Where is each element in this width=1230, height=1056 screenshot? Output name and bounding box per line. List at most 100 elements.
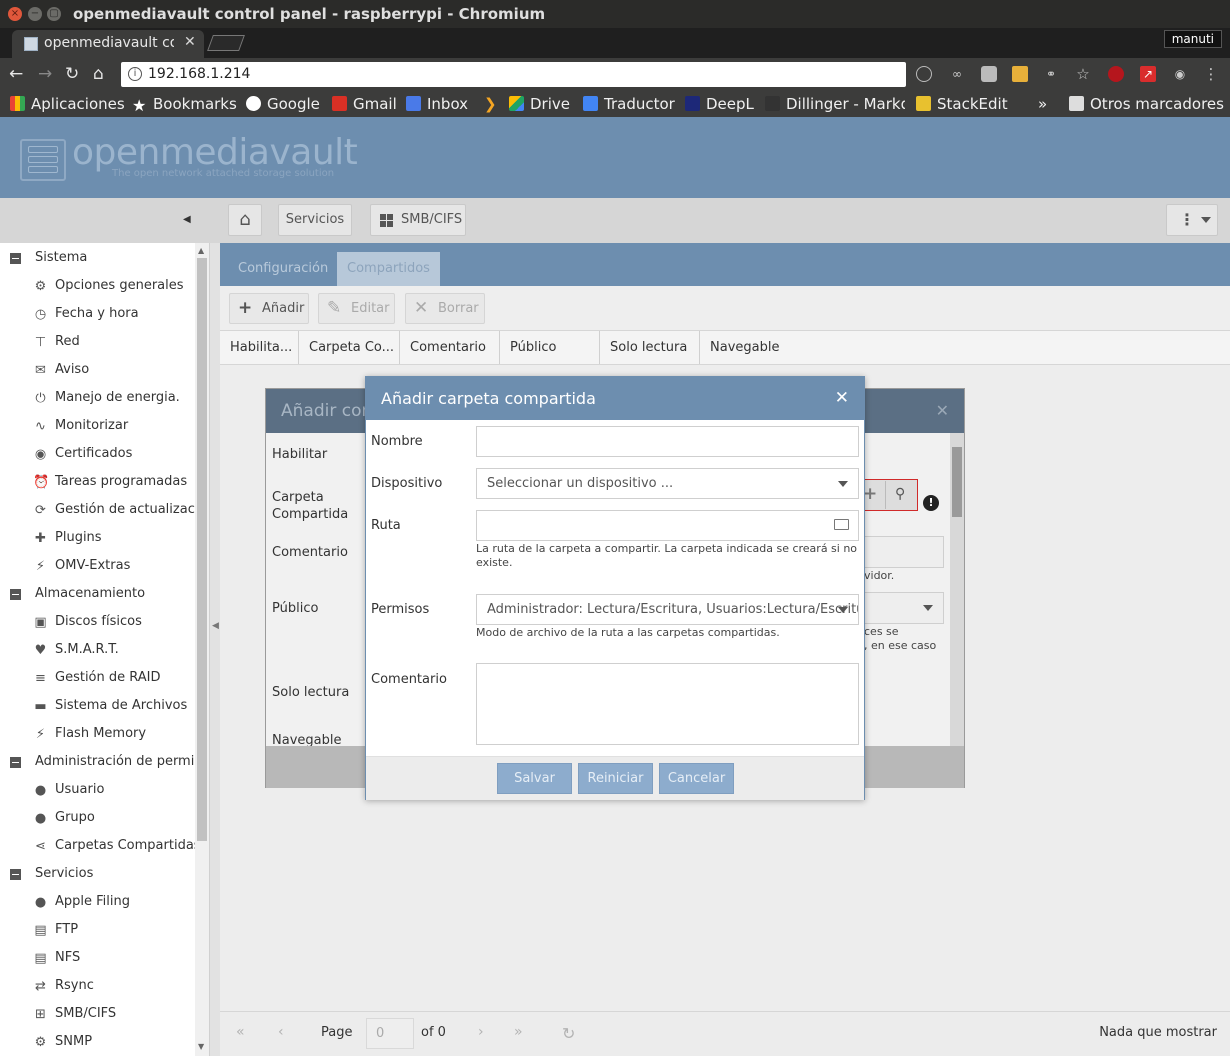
profile-button[interactable]: manuti — [1163, 30, 1222, 48]
extension-icon[interactable] — [916, 66, 932, 82]
extension-icon[interactable] — [981, 66, 997, 82]
tab-configuracion[interactable]: Configuración — [228, 252, 338, 286]
sidebar-item-fecha-hora[interactable]: ◷ Fecha y hora — [0, 300, 195, 328]
sidebar-scroll-thumb[interactable] — [197, 258, 207, 841]
window-close-button[interactable]: × — [8, 7, 22, 21]
sidebar-item-omv-extras[interactable]: ⚡ OMV-Extras — [0, 552, 195, 580]
column-header[interactable]: Solo lectura — [600, 331, 700, 364]
options-menu-button[interactable]: ⋮ — [1166, 204, 1218, 236]
scroll-up-icon[interactable]: ▲ — [198, 246, 204, 255]
extension-icon[interactable] — [1012, 66, 1028, 82]
sidebar-item-carpetas[interactable]: ⋖ Carpetas Compartidas — [0, 832, 195, 860]
breadcrumb-services[interactable]: Servicios — [278, 204, 352, 236]
column-header[interactable]: Habilita... — [220, 331, 299, 364]
column-header[interactable]: Comentario — [400, 331, 500, 364]
add-button[interactable]: + Añadir — [229, 293, 309, 324]
forward-arrow-icon[interactable]: → — [38, 64, 52, 84]
sidebar-item-certificados[interactable]: ◉ Certificados — [0, 440, 195, 468]
bookmark-stackedit[interactable]: StackEdit — [916, 95, 1008, 113]
star-icon[interactable]: ☆ — [1075, 66, 1091, 82]
column-header[interactable]: Navegable — [700, 331, 1230, 364]
collapse-icon[interactable] — [10, 253, 21, 264]
sidebar-item-ftp[interactable]: ▤ FTP — [0, 916, 195, 944]
eye-icon[interactable]: ◉ — [1172, 66, 1188, 82]
address-bar[interactable]: i 192.168.1.214 — [121, 62, 906, 87]
sidebar-item-apple-filing[interactable]: ● Apple Filing — [0, 888, 195, 916]
edit-button[interactable]: ✎ Editar — [318, 293, 395, 324]
sidebar-splitter[interactable]: ◀ — [210, 243, 220, 1056]
breadcrumb-home-icon[interactable]: ⌂ — [228, 204, 262, 236]
next-page-icon[interactable]: › — [478, 1024, 484, 1040]
tab-close-icon[interactable]: ✕ — [184, 34, 196, 50]
bookmark-traductor[interactable]: Traductor — [583, 95, 675, 113]
permissions-select[interactable]: Administrador: Lectura/Escritura, Usuari… — [476, 594, 859, 625]
column-header[interactable]: Público — [500, 331, 600, 364]
sidebar-item-grupo[interactable]: ● Grupo — [0, 804, 195, 832]
sidebar-item-nfs[interactable]: ▤ NFS — [0, 944, 195, 972]
sidebar-item-archivos[interactable]: ▬ Sistema de Archivos — [0, 692, 195, 720]
sidebar-item-opciones-generales[interactable]: ⚙ Opciones generales — [0, 272, 195, 300]
collapse-sidebar-icon[interactable]: ◀ — [183, 214, 191, 225]
sidebar-item-usuario[interactable]: ● Usuario — [0, 776, 195, 804]
bookmark-aplicaciones[interactable]: Aplicaciones — [10, 95, 125, 113]
tab-compartidos[interactable]: Compartidos — [337, 252, 440, 286]
new-tab-button[interactable] — [207, 35, 245, 51]
sidebar-item-tareas[interactable]: ⏰ Tareas programadas — [0, 468, 195, 496]
delete-button[interactable]: ✕ Borrar — [405, 293, 485, 324]
sidebar-item-smart[interactable]: ♥ S.M.A.R.T. — [0, 636, 195, 664]
sidebar-item-rsync[interactable]: ⇄ Rsync — [0, 972, 195, 1000]
extension-icon[interactable]: ∞ — [949, 66, 965, 82]
column-header[interactable]: Carpeta Co... — [299, 331, 400, 364]
name-input[interactable] — [476, 426, 859, 457]
browser-menu-icon[interactable]: ⋮ — [1203, 66, 1219, 82]
collapse-icon[interactable] — [10, 589, 21, 600]
prev-page-icon[interactable]: ‹ — [278, 1024, 284, 1040]
save-button[interactable]: Salvar — [497, 763, 572, 794]
sidebar-category-almacenamiento[interactable]: Almacenamiento — [0, 580, 195, 608]
sidebar-item-smb[interactable]: ⊞ SMB/CIFS — [0, 1000, 195, 1028]
bookmark-gmail[interactable]: Gmail — [332, 95, 397, 113]
bookmark-inbox[interactable]: Inbox — [406, 95, 468, 113]
refresh-icon[interactable]: ↻ — [562, 1024, 575, 1043]
page-number-input[interactable]: 0 — [366, 1018, 414, 1049]
sidebar-item-monitorizar[interactable]: ∿ Monitorizar — [0, 412, 195, 440]
close-icon[interactable]: ✕ — [835, 388, 849, 408]
sidebar-item-red[interactable]: ⊤ Red — [0, 328, 195, 356]
headphones-icon[interactable]: ⚭ — [1043, 66, 1059, 82]
cancel-button[interactable]: Cancelar — [659, 763, 734, 794]
home-icon[interactable]: ⌂ — [93, 64, 104, 84]
folder-icon[interactable] — [834, 519, 849, 530]
sidebar-category-permisos[interactable]: Administración de permiso — [0, 748, 195, 776]
breadcrumb-smb[interactable]: SMB/CIFS — [370, 204, 466, 236]
collapse-icon[interactable] — [10, 757, 21, 768]
window-minimize-button[interactable]: − — [28, 7, 42, 21]
reset-button[interactable]: Reiniciar — [578, 763, 653, 794]
path-input[interactable] — [476, 510, 859, 541]
bookmark-chevron-icon[interactable]: ❯ — [484, 95, 497, 113]
bookmark-drive[interactable]: Drive — [509, 95, 570, 113]
ublock-icon[interactable] — [1108, 66, 1124, 82]
back-arrow-icon[interactable]: ← — [9, 64, 23, 84]
info-icon[interactable]: i — [128, 67, 142, 81]
bookmark-bookmarks[interactable]: ★ Bookmarks — [132, 95, 237, 114]
sidebar-item-raid[interactable]: ≡ Gestión de RAID — [0, 664, 195, 692]
extension-icon[interactable]: ↗ — [1140, 66, 1156, 82]
bookmark-google[interactable]: Google — [246, 95, 320, 113]
sidebar-category-sistema[interactable]: Sistema — [0, 244, 195, 272]
sidebar-item-discos[interactable]: ▣ Discos físicos — [0, 608, 195, 636]
sidebar-category-servicios[interactable]: Servicios — [0, 860, 195, 888]
comment-textarea[interactable] — [476, 663, 859, 745]
collapse-icon[interactable] — [10, 869, 21, 880]
window-maximize-button[interactable]: ▢ — [47, 7, 61, 21]
browser-tab[interactable]: openmediavault co ✕ — [12, 30, 204, 58]
last-page-icon[interactable]: » — [514, 1024, 523, 1040]
sidebar-item-energia[interactable]: ⏻ Manejo de energia. — [0, 384, 195, 412]
other-bookmarks[interactable]: Otros marcadores — [1069, 95, 1224, 113]
sidebar-item-snmp[interactable]: ⚙ SNMP — [0, 1028, 195, 1056]
sidebar-item-plugins[interactable]: ✚ Plugins — [0, 524, 195, 552]
bookmark-dillinger[interactable]: Dillinger - Markd — [765, 95, 905, 113]
collapse-left-icon[interactable]: ◀ — [212, 621, 219, 631]
device-select[interactable]: Seleccionar un dispositivo ... — [476, 468, 859, 499]
scroll-down-icon[interactable]: ▼ — [198, 1042, 204, 1051]
sidebar-item-actualizaciones[interactable]: ⟳ Gestión de actualizacio — [0, 496, 195, 524]
